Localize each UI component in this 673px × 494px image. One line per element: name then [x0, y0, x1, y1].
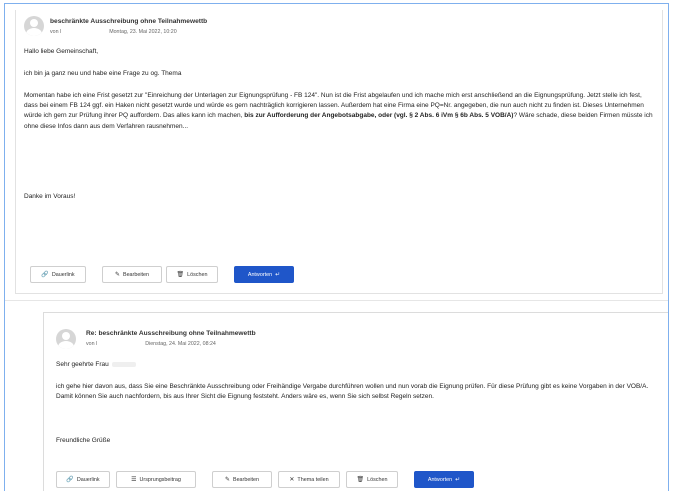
split-thread-button[interactable]: ✕ Thema teilen [278, 471, 340, 488]
forum-thread-frame: beschränkte Ausschreibung ohne Teilnahme… [4, 3, 669, 491]
edit-button[interactable]: ✎ Bearbeiten [212, 471, 272, 488]
x-icon: ✕ [289, 476, 295, 483]
delete-button[interactable]: 🗑 Löschen [346, 471, 398, 488]
post-author-prefix: von l [50, 29, 62, 35]
post-meta: von l Dienstag, 24. Mai 2022, 08:24 [86, 341, 216, 347]
reply-arrow-icon: ↵ [275, 271, 281, 278]
post-signoff: Freundliche Grüße [56, 437, 111, 444]
forum-post-reply: Re: beschränkte Ausschreibung ohne Teiln… [43, 312, 668, 491]
post-salutation: Sehr geehrte Frau [56, 360, 656, 370]
pencil-icon: ✎ [224, 476, 230, 483]
post-intro: ich bin ja ganz neu und habe eine Frage … [24, 70, 182, 77]
permalink-button[interactable]: 🔗 Dauerlink [30, 266, 86, 283]
post-title: Re: beschränkte Ausschreibung ohne Teiln… [86, 330, 256, 337]
post-body: Momentan habe ich eine Frist gesetzt zur… [24, 91, 654, 132]
post-title: beschränkte Ausschreibung ohne Teilnahme… [50, 18, 208, 25]
parent-post-button[interactable]: ☰ Ursprungsbeitrag [116, 471, 196, 488]
permalink-button[interactable]: 🔗 Dauerlink [56, 471, 110, 488]
list-icon: ☰ [131, 476, 137, 483]
post-divider [5, 300, 668, 301]
post-closing: Danke im Voraus! [24, 193, 76, 200]
redacted-name [111, 361, 136, 367]
post-date: Dienstag, 24. Mai 2022, 08:24 [145, 341, 216, 347]
post-body-bold: bis zur Aufforderung der Angebotsabgabe,… [244, 112, 514, 120]
reply-arrow-icon: ↵ [455, 476, 461, 483]
trash-icon: 🗑 [176, 271, 185, 278]
link-icon: 🔗 [41, 271, 49, 278]
post-date: Montag, 23. Mai 2022, 10:20 [109, 29, 177, 35]
link-icon: 🔗 [66, 476, 74, 483]
post-author-prefix: von l [86, 341, 98, 347]
avatar[interactable] [24, 16, 44, 36]
forum-post-original: beschränkte Ausschreibung ohne Teilnahme… [15, 10, 663, 294]
edit-button[interactable]: ✎ Bearbeiten [102, 266, 162, 283]
post-body: ich gehe hier davon aus, dass Sie eine B… [56, 383, 649, 401]
post-greeting: Hallo liebe Gemeinschaft, [24, 48, 99, 55]
avatar[interactable] [56, 329, 76, 349]
reply-button[interactable]: Antworten ↵ [234, 266, 294, 283]
post-meta: von l Montag, 23. Mai 2022, 10:20 [50, 29, 177, 35]
trash-icon: 🗑 [356, 476, 365, 483]
delete-button[interactable]: 🗑 Löschen [166, 266, 218, 283]
reply-button[interactable]: Antworten ↵ [414, 471, 474, 488]
pencil-icon: ✎ [114, 271, 120, 278]
